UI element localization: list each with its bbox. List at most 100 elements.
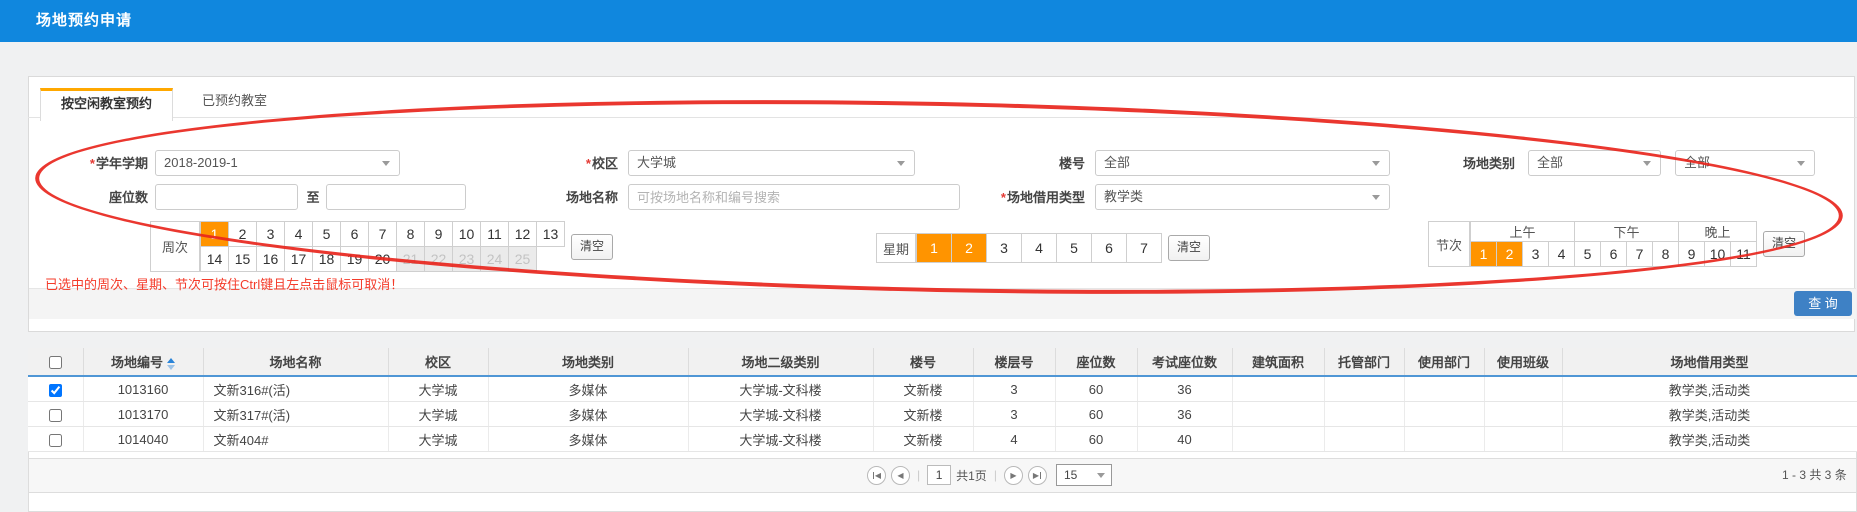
week-cell-1[interactable]: 1 [201,222,229,247]
week-cell-10[interactable]: 10 [453,222,481,247]
weekday-cell-6[interactable]: 6 [1092,234,1127,263]
period-cell-2[interactable]: 2 [1497,242,1523,267]
table-cell [1484,402,1562,427]
table-cell: 多媒体 [488,427,688,452]
row-checkbox[interactable] [49,434,62,447]
weekday-clear-button[interactable]: 清空 [1168,235,1210,261]
weekday-grid: 1234567 [916,233,1162,263]
table-cell: 大学城-文科楼 [688,376,873,402]
semester-select[interactable]: 2018-2019-1 [155,150,400,176]
week-cell-15[interactable]: 15 [229,247,257,272]
seats-max-input[interactable] [327,185,465,209]
pagination-bar: ◀ ◀ | 共1页 | ▶ ▶ 15 [29,458,1856,493]
next-page-button[interactable]: ▶ [1004,466,1023,485]
period-cell-9[interactable]: 9 [1679,242,1705,267]
row-checkbox[interactable] [49,384,62,397]
week-cell-20[interactable]: 20 [369,247,397,272]
table-header-12[interactable]: 使用部门 [1404,348,1484,376]
borrow-type-select[interactable]: 教学类 [1095,184,1390,210]
period-cell-8[interactable]: 8 [1653,242,1679,267]
week-cell-11[interactable]: 11 [481,222,509,247]
prev-page-button[interactable]: ◀ [891,466,910,485]
weekday-cell-3[interactable]: 3 [987,234,1022,263]
week-clear-button[interactable]: 清空 [571,234,613,260]
sort-icon[interactable] [167,358,175,370]
table-cell [1232,402,1324,427]
tab-strip-divider [28,117,1857,118]
period-cell-5[interactable]: 5 [1575,242,1601,267]
week-cell-9[interactable]: 9 [425,222,453,247]
week-cell-5[interactable]: 5 [313,222,341,247]
weekday-cell-1[interactable]: 1 [917,234,952,263]
table-cell: 文新楼 [873,402,973,427]
period-cell-4[interactable]: 4 [1549,242,1575,267]
search-button[interactable]: 查 询 [1794,291,1852,316]
weekday-cell-2[interactable]: 2 [952,234,987,263]
period-cell-1[interactable]: 1 [1471,242,1497,267]
select-all-checkbox[interactable] [49,356,62,369]
table-header-10[interactable]: 建筑面积 [1232,348,1324,376]
table-cell: 教学类,活动类 [1562,402,1857,427]
table-header-6[interactable]: 楼号 [873,348,973,376]
week-cell-7[interactable]: 7 [369,222,397,247]
page-size-select[interactable]: 15 [1056,464,1112,486]
table-header-9[interactable]: 考试座位数 [1137,348,1232,376]
table-cell: 文新317#(活) [203,402,388,427]
campus-select[interactable]: 大学城 [628,150,915,176]
period-cell-10[interactable]: 10 [1705,242,1731,267]
period-cell-6[interactable]: 6 [1601,242,1627,267]
table-header-13[interactable]: 使用班级 [1484,348,1562,376]
venue-category-select-1[interactable]: 全部 [1528,150,1661,176]
venue-name-input[interactable] [629,185,959,209]
period-cell-11[interactable]: 11 [1731,242,1757,267]
period-group-2: 下午 [1575,222,1679,242]
building-select[interactable]: 全部 [1095,150,1390,176]
tab-reserved-classroom[interactable]: 已预约教室 [182,88,287,115]
week-cell-8[interactable]: 8 [397,222,425,247]
period-clear-button[interactable]: 清空 [1763,231,1805,257]
week-cell-13[interactable]: 13 [537,222,565,247]
building-label: 楼号 [995,150,1085,177]
weekday-selector-label: 星期 [876,233,916,263]
table-header-7[interactable]: 楼层号 [973,348,1055,376]
weekday-cell-7[interactable]: 7 [1127,234,1162,263]
row-checkbox[interactable] [49,409,62,422]
period-cell-7[interactable]: 7 [1627,242,1653,267]
week-cell-18[interactable]: 18 [313,247,341,272]
weekday-cell-4[interactable]: 4 [1022,234,1057,263]
week-cell-4[interactable]: 4 [285,222,313,247]
table-header-4[interactable]: 场地类别 [488,348,688,376]
page-number-input[interactable] [927,465,951,485]
week-cell-17[interactable]: 17 [285,247,313,272]
table-cell: 教学类,活动类 [1562,376,1857,402]
table-header-1[interactable]: 场地编号 [83,348,203,376]
venue-category-select-2[interactable]: 全部 [1675,150,1815,176]
period-cell-3[interactable]: 3 [1523,242,1549,267]
week-cell-19[interactable]: 19 [341,247,369,272]
table-header-5[interactable]: 场地二级类别 [688,348,873,376]
table-header-8[interactable]: 座位数 [1055,348,1137,376]
table-cell: 60 [1055,402,1137,427]
record-range-label: 1 - 3 共 3 条 [1782,466,1847,483]
tab-free-classroom[interactable]: 按空闲教室预约 [40,88,173,121]
first-page-button[interactable]: ◀ [867,466,886,485]
last-page-button[interactable]: ▶ [1028,466,1047,485]
table-header-2[interactable]: 场地名称 [203,348,388,376]
table-cell [1404,402,1484,427]
table-cell: 60 [1055,376,1137,402]
week-cell-3[interactable]: 3 [257,222,285,247]
seats-min-input[interactable] [156,185,297,209]
table-header-14[interactable]: 场地借用类型 [1562,348,1857,376]
week-cell-25: 25 [509,247,537,272]
week-cell-2[interactable]: 2 [229,222,257,247]
week-cell-16[interactable]: 16 [257,247,285,272]
week-cell-14[interactable]: 14 [201,247,229,272]
week-cell-6[interactable]: 6 [341,222,369,247]
weekday-cell-5[interactable]: 5 [1057,234,1092,263]
week-cell-23: 23 [453,247,481,272]
week-cell-12[interactable]: 12 [509,222,537,247]
table-header-11[interactable]: 托管部门 [1324,348,1404,376]
table-row: 1013160文新316#(活)大学城多媒体大学城-文科楼文新楼36036教学类… [28,376,1857,402]
table-row: 1014040文新404#大学城多媒体大学城-文科楼文新楼46040教学类,活动… [28,427,1857,452]
table-header-3[interactable]: 校区 [388,348,488,376]
